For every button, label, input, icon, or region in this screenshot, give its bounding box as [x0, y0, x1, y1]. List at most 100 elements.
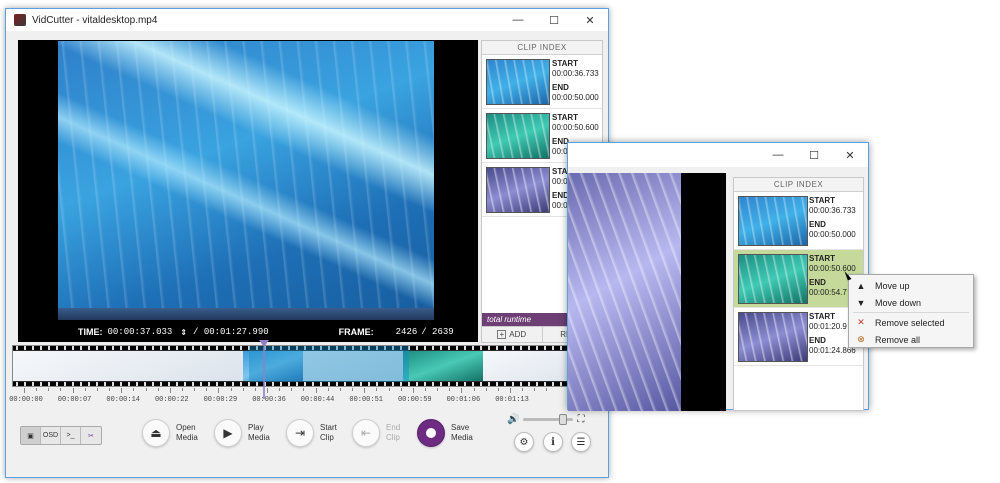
settings-button[interactable]: ⚙ [514, 432, 534, 452]
fullscreen-icon[interactable]: ⛶ [577, 414, 584, 425]
clip-thumbnail [486, 167, 550, 213]
timeline-minor-tick [157, 388, 159, 391]
play-media-button[interactable]: ▶ Play Media [214, 419, 270, 447]
start-clip-label: Start [320, 423, 337, 432]
console-button[interactable]: >_ [61, 427, 81, 444]
timeline-tick-label: 00:00:07 [57, 396, 92, 404]
clip-start-time: 00:00:36.733 [809, 206, 856, 215]
timeline-tick [510, 388, 511, 393]
timeline-strip[interactable] [12, 345, 600, 387]
window-title: VidCutter - vitaldesktop.mp4 [32, 14, 158, 26]
timeline-minor-tick [96, 388, 98, 391]
move-down-item[interactable]: ▼ Move down [849, 294, 973, 311]
clip-end-time: 00:00:50.000 [809, 230, 856, 239]
move-up-item[interactable]: ▲ Move up [849, 277, 973, 294]
timeline-minor-tick [84, 388, 86, 391]
timeline-minor-tick [60, 388, 62, 391]
maximize-button[interactable]: ☐ [796, 144, 832, 166]
clip-start-time: 00:00:36.733 [552, 69, 599, 78]
minimize-button[interactable]: — [500, 9, 536, 31]
timeline-minor-tick [497, 388, 499, 391]
timeline-minor-tick [181, 388, 183, 391]
clip-start-label: START [809, 254, 836, 263]
save-media-button[interactable]: Save Media [417, 419, 473, 447]
title-bar: VidCutter - vitaldesktop.mp4 — ☐ ✕ [6, 9, 608, 31]
move-down-label: Move down [875, 297, 922, 308]
clip-index-panel: CLIP INDEX START 00:00:36.733 END 00:00:… [733, 177, 864, 411]
clip-thumbnail [738, 254, 808, 304]
timeline-tick-label: 00:00:22 [154, 396, 189, 404]
end-clip-button[interactable]: ⇤ End Clip [352, 419, 400, 447]
secondary-window: — ☐ ✕ CLIP INDEX START 00:00:36.733 END … [567, 142, 869, 411]
clip-thumbnail [486, 59, 550, 105]
remove-icon: ✕ [857, 317, 865, 327]
video-taskbar [58, 308, 434, 320]
clip-thumbnail [738, 196, 808, 246]
play-icon: ▶ [214, 419, 242, 447]
save-media-label: Save [451, 423, 470, 432]
clip-region[interactable] [249, 346, 409, 386]
remove-all-item[interactable]: ⊗ Remove all [849, 331, 973, 348]
menu-button[interactable]: ☰ [571, 432, 591, 452]
volume-slider[interactable] [523, 414, 574, 425]
clip-item[interactable]: START 00:01:20.9 END 00:01:24.866 [734, 308, 863, 366]
end-clip-label: Clip [386, 433, 400, 442]
runtime-label: total runtime [487, 315, 532, 324]
timeline-minor-tick [339, 388, 341, 391]
timeline-tick [24, 388, 25, 393]
volume-control: 🔊 ⛶ [507, 414, 584, 425]
timeline-minor-tick [48, 388, 50, 391]
close-button[interactable]: ✕ [572, 9, 608, 31]
timeline-minor-tick [376, 388, 378, 391]
video-player[interactable]: TIME: 00:00:37.033 ⇕ / 00:01:27.990 FRAM… [18, 40, 478, 342]
frame-total: / 2639 [421, 327, 454, 337]
clip-thumbnail [486, 113, 550, 159]
add-clip-button[interactable]: + ADD [482, 326, 542, 342]
save-media-icon [417, 419, 445, 447]
osd-button[interactable]: OSD [41, 427, 61, 444]
move-up-icon: ▲ [856, 280, 866, 291]
open-media-label: Media [176, 433, 198, 442]
timeline-minor-tick [36, 388, 38, 391]
timeline-tick-label: 00:01:13 [495, 396, 529, 404]
play-media-label: Play [248, 423, 264, 432]
timeline-minor-tick [437, 388, 439, 391]
playhead-marker[interactable] [259, 340, 269, 347]
end-clip-label: End [386, 423, 401, 432]
clip-index-heading: CLIP INDEX [482, 41, 602, 55]
clip-start-label: START [552, 59, 579, 68]
start-clip-button[interactable]: ⇥ Start Clip [286, 419, 337, 447]
speaker-icon[interactable]: 🔊 [507, 414, 519, 425]
maximize-button[interactable]: ☐ [536, 9, 572, 31]
context-menu: ▲ Move up ▼ Move down ✕ Remove selected ⊗ Re… [848, 274, 974, 348]
move-down-icon: ▼ [856, 297, 866, 308]
timeline-minor-tick [109, 388, 111, 391]
remove-selected-item[interactable]: ✕ Remove selected [849, 314, 973, 331]
gear-icon: ⚙ [519, 436, 529, 448]
thumbnail-mode-button[interactable]: ▣ [21, 427, 41, 444]
video-frame [568, 173, 681, 411]
minimize-button[interactable]: — [760, 144, 796, 166]
timeline-minor-tick [400, 388, 402, 391]
time-spinner-icon[interactable]: ⇕ [180, 328, 187, 337]
remove-all-icon: ⊗ [857, 334, 865, 344]
clip-item-selected[interactable]: START 00:00:50.600 END 00:00:54.7 [734, 250, 863, 308]
add-label: ADD [509, 330, 527, 339]
clip-end-time: 00:0 [552, 147, 568, 156]
secondary-video-player[interactable] [568, 173, 726, 411]
timeline-tick-label: 00:00:51 [349, 396, 383, 404]
timeline-tick-label: 00:00:14 [106, 396, 140, 404]
timeline-minor-tick [388, 388, 390, 391]
timeline-minor-tick [254, 388, 256, 391]
info-button[interactable]: i [543, 432, 563, 452]
clip-item[interactable]: START 00:00:36.733 END 00:00:50.000 [734, 192, 863, 250]
start-clip-label: Clip [320, 433, 334, 442]
scissors-button[interactable]: ✂ [81, 427, 101, 444]
volume-knob[interactable] [559, 414, 568, 425]
open-media-button[interactable]: ⏏ Open Media [142, 419, 198, 447]
clip-start-time: 00:00:50.600 [552, 123, 599, 132]
close-button[interactable]: ✕ [832, 144, 868, 166]
timeline-tick [267, 388, 268, 393]
mode-button-group: ▣ OSD >_ ✂ [20, 426, 102, 445]
clip-item[interactable]: START 00:00:36.733 END 00:00:50.000 [482, 55, 602, 109]
